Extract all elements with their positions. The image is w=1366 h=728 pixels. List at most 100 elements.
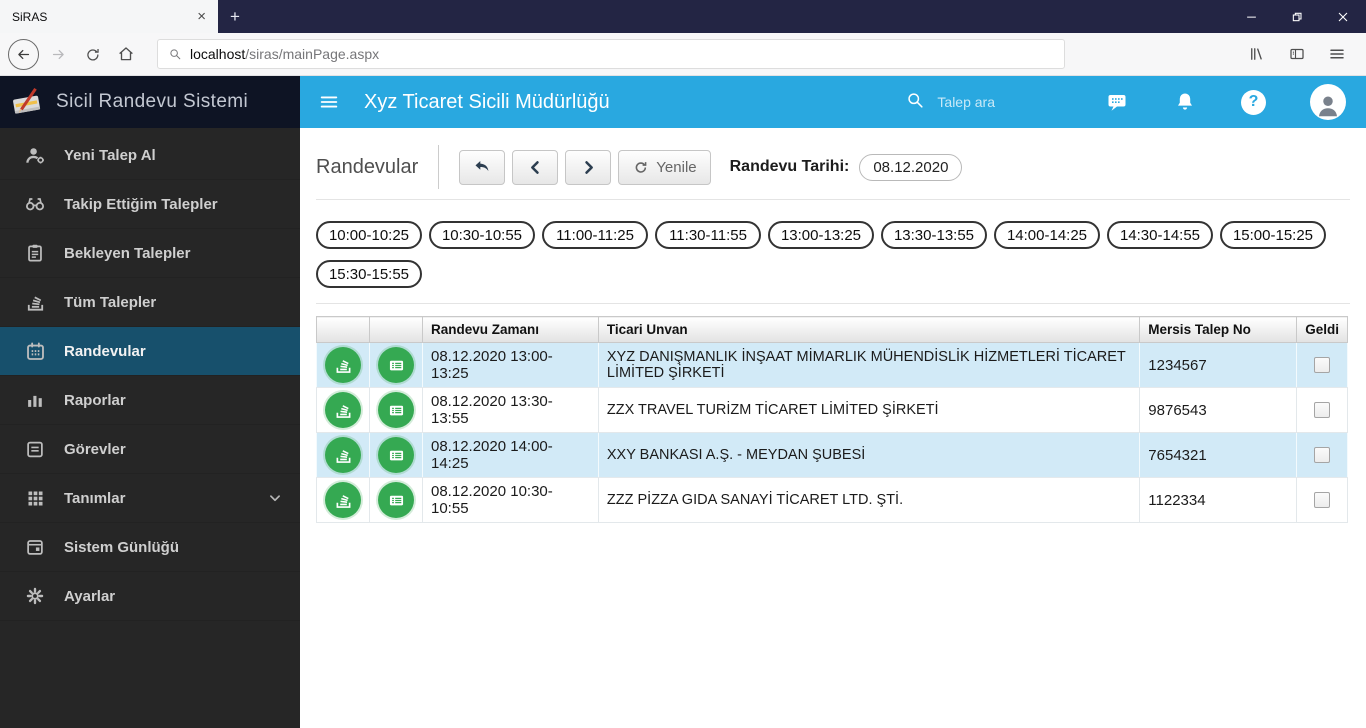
home-button[interactable] bbox=[111, 39, 141, 69]
company-name: XYZ DANIŞMANLIK İNŞAAT MİMARLIK MÜHENDİS… bbox=[597, 342, 1141, 388]
sidebar-item-label: Sistem Günlüğü bbox=[64, 538, 180, 556]
sidebar-item-tum-talepler[interactable]: Tüm Talepler bbox=[0, 278, 300, 327]
col-randevu-zamani: Randevu Zamanı bbox=[422, 316, 599, 343]
geldi-checkbox[interactable] bbox=[1314, 357, 1331, 374]
calendar-day-icon bbox=[22, 536, 48, 558]
col-action-2 bbox=[369, 316, 423, 343]
time-slot-button[interactable]: 10:30-10:55 bbox=[429, 221, 535, 249]
browser-titlebar: SiRAS × + bbox=[0, 0, 1366, 33]
notifications-bell-icon[interactable] bbox=[1173, 90, 1197, 114]
page-title: Randevular bbox=[316, 155, 419, 178]
appointment-date-input[interactable]: 08.12.2020 bbox=[859, 153, 963, 181]
time-slot-button[interactable]: 11:30-11:55 bbox=[655, 221, 761, 249]
stack-action-button[interactable] bbox=[325, 482, 361, 518]
time-slot-button[interactable]: 10:00-10:25 bbox=[316, 221, 422, 249]
time-slot-button[interactable]: 11:00-11:25 bbox=[542, 221, 648, 249]
sidebar-nav: Yeni Talep Al Takip Ettiğim Talepler Bek… bbox=[0, 128, 300, 621]
bar-chart-icon bbox=[22, 389, 48, 411]
sidebar-item-raporlar[interactable]: Raporlar bbox=[0, 376, 300, 425]
help-icon[interactable]: ? bbox=[1241, 89, 1266, 115]
mersis-no: 1122334 bbox=[1139, 477, 1298, 523]
time-slot-button[interactable]: 14:30-14:55 bbox=[1107, 221, 1213, 249]
geldi-checkbox[interactable] bbox=[1314, 402, 1331, 419]
browser-menu-icon[interactable] bbox=[1322, 39, 1352, 69]
sidebar-item-randevular[interactable]: Randevular bbox=[0, 327, 300, 376]
browser-tab[interactable]: SiRAS × bbox=[0, 0, 218, 33]
geldi-checkbox[interactable] bbox=[1314, 492, 1331, 509]
appointment-time: 08.12.2020 10:30-10:55 bbox=[422, 477, 599, 523]
window-minimize-button[interactable] bbox=[1228, 0, 1274, 33]
geldi-checkbox[interactable] bbox=[1314, 447, 1331, 464]
user-gear-icon bbox=[22, 144, 48, 167]
page-header-title: Xyz Ticaret Sicili Müdürlüğü bbox=[364, 90, 610, 113]
sidebar-item-label: Bekleyen Talepler bbox=[64, 244, 191, 262]
sidebar-item-label: Tüm Talepler bbox=[64, 293, 157, 311]
undo-button[interactable] bbox=[459, 149, 506, 185]
library-icon[interactable] bbox=[1242, 39, 1272, 69]
sidebar-item-ayarlar[interactable]: Ayarlar bbox=[0, 572, 300, 621]
time-slot-button[interactable]: 14:00-14:25 bbox=[994, 221, 1100, 249]
time-slot-button[interactable]: 13:30-13:55 bbox=[881, 221, 987, 249]
table-row: 08.12.2020 14:00-14:25 XXY BANKASI A.Ş. … bbox=[316, 432, 1348, 478]
search-icon bbox=[905, 90, 925, 115]
tab-title: SiRAS bbox=[12, 9, 48, 24]
user-avatar[interactable] bbox=[1310, 84, 1346, 120]
time-slot-button[interactable]: 15:00-15:25 bbox=[1220, 221, 1326, 249]
back-button[interactable] bbox=[8, 38, 39, 70]
stack-action-button[interactable] bbox=[325, 392, 361, 428]
tasks-icon bbox=[22, 438, 48, 460]
table-row: 08.12.2020 10:30-10:55 ZZZ PİZZA GIDA SA… bbox=[316, 477, 1348, 523]
time-slot-button[interactable]: 15:30-15:55 bbox=[316, 260, 422, 288]
search-placeholder: Talep ara bbox=[937, 94, 995, 110]
company-name: ZZZ PİZZA GIDA SANAYİ TİCARET LTD. ŞTİ. bbox=[597, 477, 1141, 523]
reload-button[interactable] bbox=[77, 39, 107, 69]
sidebar-item-gorevler[interactable]: Görevler bbox=[0, 425, 300, 474]
company-name: XXY BANKASI A.Ş. - MEYDAN ŞUBESİ bbox=[597, 432, 1141, 478]
previous-button[interactable] bbox=[512, 149, 559, 185]
sidebar-item-yeni-talep-al[interactable]: Yeni Talep Al bbox=[0, 131, 300, 180]
divider bbox=[316, 199, 1350, 200]
date-label: Randevu Tarihi: bbox=[729, 158, 850, 175]
talep-search[interactable]: Talep ara bbox=[905, 90, 995, 115]
url-bar[interactable]: localhost/siras/mainPage.aspx bbox=[157, 39, 1065, 69]
sidebar-item-label: Tanımlar bbox=[64, 489, 126, 507]
col-mersis-talep-no: Mersis Talep No bbox=[1139, 316, 1298, 343]
sidebar-item-label: Görevler bbox=[64, 440, 126, 458]
details-action-button[interactable] bbox=[378, 392, 414, 428]
next-button[interactable] bbox=[565, 149, 612, 185]
app-logo-icon bbox=[9, 86, 47, 118]
window-restore-button[interactable] bbox=[1274, 0, 1320, 33]
stack-icon bbox=[22, 291, 48, 314]
sidebar-item-label: Yeni Talep Al bbox=[64, 146, 156, 164]
calendar-icon bbox=[22, 340, 48, 363]
sidebar-item-sistem-gunlugu[interactable]: Sistem Günlüğü bbox=[0, 523, 300, 572]
details-action-button[interactable] bbox=[378, 482, 414, 518]
col-geldi: Geldi bbox=[1296, 316, 1348, 343]
time-slot-button[interactable]: 13:00-13:25 bbox=[768, 221, 874, 249]
menu-toggle-icon[interactable] bbox=[318, 91, 340, 113]
sidebar-item-label: Randevular bbox=[64, 342, 146, 360]
stack-action-button[interactable] bbox=[325, 437, 361, 473]
details-action-button[interactable] bbox=[378, 347, 414, 383]
sidebar-toggle-icon[interactable] bbox=[1282, 39, 1312, 69]
stack-action-button[interactable] bbox=[325, 347, 361, 383]
mersis-no: 7654321 bbox=[1139, 432, 1298, 478]
url-host: localhost bbox=[190, 46, 246, 62]
sidebar-item-takip-ettigim-talepler[interactable]: Takip Ettiğim Talepler bbox=[0, 180, 300, 229]
mersis-no: 9876543 bbox=[1139, 387, 1298, 433]
gear-icon bbox=[22, 585, 48, 607]
tab-close-icon[interactable]: × bbox=[197, 8, 206, 25]
table-header-row: Randevu Zamanı Ticari Unvan Mersis Talep… bbox=[316, 316, 1348, 343]
col-ticari-unvan: Ticari Unvan bbox=[597, 316, 1141, 343]
table-row: 08.12.2020 13:30-13:55 ZZX TRAVEL TURİZM… bbox=[316, 387, 1348, 433]
sidebar-item-bekleyen-talepler[interactable]: Bekleyen Talepler bbox=[0, 229, 300, 278]
appointments-table: Randevu Zamanı Ticari Unvan Mersis Talep… bbox=[316, 316, 1348, 523]
window-close-button[interactable] bbox=[1320, 0, 1366, 33]
messages-icon[interactable] bbox=[1105, 90, 1129, 114]
details-action-button[interactable] bbox=[378, 437, 414, 473]
new-tab-button[interactable]: + bbox=[218, 0, 252, 33]
sidebar-item-tanimlar[interactable]: Tanımlar bbox=[0, 474, 300, 523]
forward-button[interactable] bbox=[43, 39, 73, 69]
table-row: 08.12.2020 13:00-13:25 XYZ DANIŞMANLIK İ… bbox=[316, 342, 1348, 388]
refresh-button[interactable]: Yenile bbox=[618, 149, 711, 185]
